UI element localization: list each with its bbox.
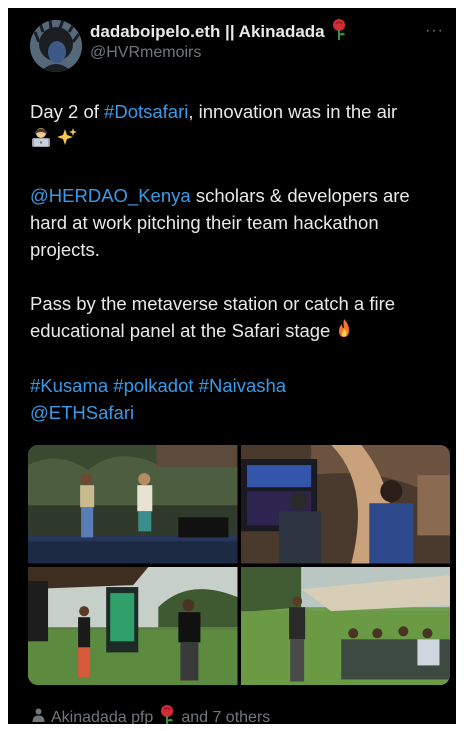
hashtag-dotsafari-link[interactable]: #Dotsafari — [104, 101, 188, 122]
and-others-label: and 7 others — [181, 708, 271, 725]
tweet-paragraph: Pass by the metaverse station or catch a… — [30, 290, 450, 346]
author-row: dadaboipelo.eth || Akinadada — [90, 18, 347, 45]
technologist-icon — [30, 126, 52, 155]
mention-ethsafari-link[interactable]: @ETHSafari — [30, 402, 134, 423]
tweet-paragraph: #Kusama #polkadot #Naivasha @ETHSafari — [30, 372, 450, 426]
display-name[interactable]: dadaboipelo.eth || Akinadada — [90, 22, 325, 42]
liked-by-row[interactable]: Akinadada pfp and 7 others — [32, 704, 270, 724]
more-options-button[interactable]: ··· — [425, 22, 444, 40]
mention-herdao-link[interactable]: @HERDAO_Kenya — [30, 185, 191, 206]
photo-vr-demo[interactable] — [240, 445, 450, 564]
tweet-text: Day 2 of #Dotsafari, innovation was in t… — [30, 98, 450, 426]
fire-icon — [335, 318, 353, 345]
photo-metaverse-station[interactable] — [28, 566, 238, 685]
person-icon — [32, 708, 45, 724]
hashtags-link[interactable]: #Kusama #polkadot #Naivasha — [30, 375, 286, 396]
text-segment: , innovation was in the air — [188, 101, 398, 122]
photo-safari-panel[interactable] — [240, 566, 450, 685]
avatar[interactable] — [30, 20, 82, 72]
rose-icon — [331, 18, 347, 45]
text-segment: Day 2 of — [30, 101, 105, 122]
tweet-paragraph: @HERDAO_Kenya scholars & developers are … — [30, 182, 450, 263]
media-grid — [28, 445, 450, 685]
tweet-paragraph: Day 2 of #Dotsafari, innovation was in t… — [30, 98, 450, 155]
user-handle[interactable]: @HVRmemoirs — [90, 44, 201, 62]
tweet-card: dadaboipelo.eth || Akinadada @HVRmemoirs… — [8, 8, 456, 724]
sparkles-icon — [57, 127, 78, 154]
liked-by-name: Akinadada pfp — [51, 708, 154, 725]
photo-stage-handshake[interactable] — [28, 445, 238, 564]
rose-icon — [159, 704, 175, 724]
